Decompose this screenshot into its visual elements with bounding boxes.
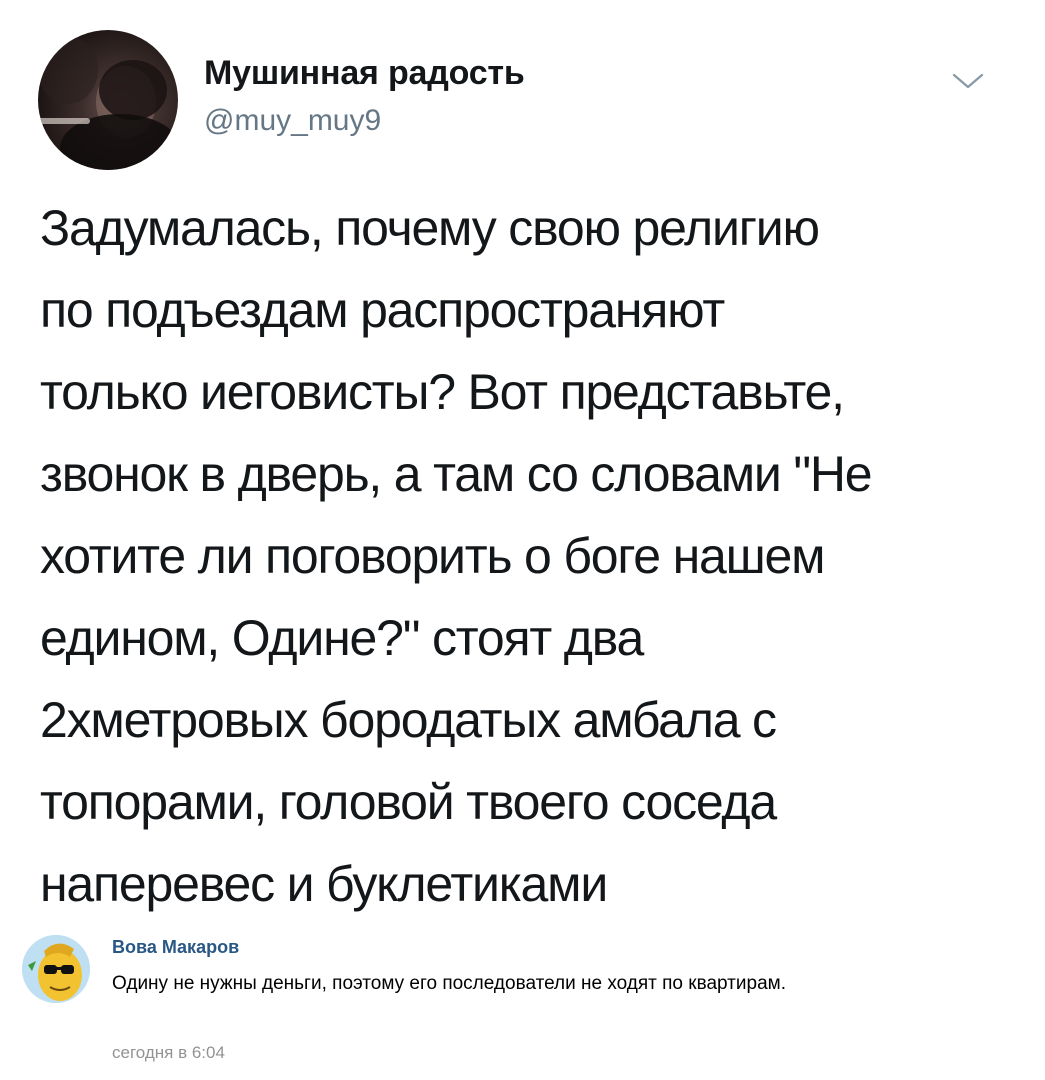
avatar-photo-icon <box>38 36 178 170</box>
tweet-text: Задумалась, почему свою религию по подъе… <box>40 200 873 912</box>
author-handle[interactable]: @muy_muy9 <box>204 104 381 138</box>
commenter-avatar[interactable] <box>22 935 90 1003</box>
commenter-name[interactable]: Вова Макаров <box>112 937 239 958</box>
author-name[interactable]: Мушинная радость <box>204 54 525 93</box>
tweet-card: Мушинная радость @muy_muy9 Задумалась, п… <box>0 0 1045 922</box>
comment: Вова Макаров Одину не нужны деньги, поэт… <box>0 925 1045 1080</box>
chevron-down-icon[interactable] <box>950 70 986 92</box>
comment-timestamp[interactable]: сегодня в 6:04 <box>112 1043 225 1063</box>
cartoon-face-icon <box>22 935 90 1003</box>
comment-text: Одину не нужны деньги, поэтому его после… <box>112 973 786 994</box>
author-avatar[interactable] <box>38 30 178 170</box>
